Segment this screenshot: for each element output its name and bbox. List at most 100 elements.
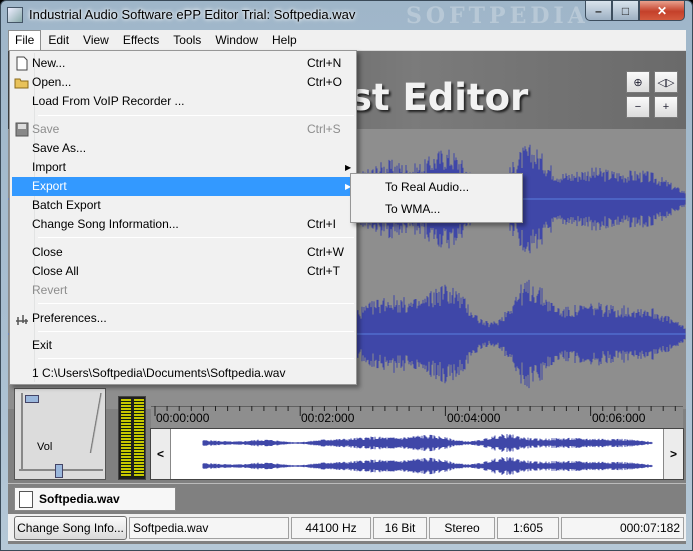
volume-control: Vol [14, 388, 106, 480]
timeline-tick-label: 00:00:000 [156, 411, 210, 425]
status-bar: Change Song Info... Softpedia.wav 44100 … [8, 514, 686, 541]
menu-tools[interactable]: Tools [166, 30, 208, 51]
menu-item-label: Close [32, 245, 63, 259]
menu-item-close-all[interactable]: Close All Ctrl+T [12, 262, 354, 281]
menu-item-close[interactable]: Close Ctrl+W [12, 243, 354, 262]
export-submenu: To Real Audio... To WMA... [350, 173, 523, 223]
menu-item-label: Load From VoIP Recorder ... [32, 94, 185, 108]
menu-separator [38, 303, 354, 304]
menu-item-label: Revert [32, 283, 68, 297]
scroll-right-button[interactable]: > [663, 429, 683, 479]
zoom-in-icon[interactable]: + [654, 96, 678, 118]
menu-item-shortcut: Ctrl+T [307, 264, 340, 278]
volume-slider-thumb[interactable] [25, 395, 39, 403]
new-file-icon [14, 56, 30, 71]
menu-item-preferences[interactable]: Preferences... [12, 309, 354, 328]
level-meter-left [121, 399, 131, 477]
menu-item-import[interactable]: Import ▶ [12, 158, 354, 177]
menu-view[interactable]: View [76, 30, 116, 51]
volume-label: Vol [37, 441, 53, 453]
menu-separator [38, 115, 354, 116]
volume-curve-icon [89, 393, 103, 453]
menu-item-shortcut: Ctrl+I [307, 217, 337, 231]
timeline-tick-label: 00:06:000 [592, 411, 646, 425]
menu-item-label: Change Song Information... [32, 217, 179, 231]
menu-file[interactable]: File [8, 30, 42, 51]
app-icon[interactable] [7, 7, 23, 23]
app-window: Industrial Audio Software ePP Editor Tri… [0, 0, 693, 551]
status-bit-depth: 16 Bit [373, 517, 427, 539]
menu-effects[interactable]: Effects [116, 30, 166, 51]
status-channels: Stereo [429, 517, 495, 539]
file-tab-label: Softpedia.wav [39, 492, 120, 506]
overview-navigator[interactable]: < > [150, 428, 684, 480]
menu-item-shortcut: Ctrl+W [307, 245, 344, 259]
zoom-horizontal-icon[interactable]: ◁▷ [654, 71, 678, 93]
menu-item-exit[interactable]: Exit [12, 336, 354, 355]
zoom-fit-icon[interactable]: ⊕ [626, 71, 650, 93]
open-folder-icon [14, 75, 30, 90]
menu-item-label: Close All [32, 264, 79, 278]
menu-item-label: Open... [32, 75, 72, 89]
menu-item-shortcut: Ctrl+S [307, 122, 341, 136]
menu-item-batch-export[interactable]: Batch Export [12, 196, 354, 215]
menu-item-label: Save [32, 122, 60, 136]
document-icon [19, 491, 33, 508]
menu-item-label: Save As... [32, 141, 87, 155]
file-menu-dropdown: New... Ctrl+N Open... Ctrl+O Load From V… [9, 50, 357, 385]
file-tab-strip: Softpedia.wav [8, 483, 686, 511]
menu-item-revert: Revert [12, 281, 354, 300]
status-sample-rate: 44100 Hz [291, 517, 371, 539]
zoom-out-icon[interactable]: − [626, 96, 650, 118]
file-tab[interactable]: Softpedia.wav [14, 487, 176, 511]
status-duration: 000:07:182 [561, 517, 684, 539]
menu-item-save: Save Ctrl+S [12, 120, 354, 139]
menu-item-shortcut: Ctrl+O [307, 75, 343, 89]
menu-item-label: Export [32, 179, 67, 193]
menu-item-recent-file[interactable]: 1 C:\Users\Softpedia\Documents\Softpedia… [12, 364, 354, 383]
scroll-left-button[interactable]: < [151, 429, 171, 479]
menu-item-label: New... [32, 56, 66, 70]
menu-item-load-voip[interactable]: Load From VoIP Recorder ... [12, 92, 354, 111]
maximize-button[interactable]: □ [612, 1, 639, 21]
menu-window[interactable]: Window [208, 30, 265, 51]
menu-item-export[interactable]: Export ▶ [12, 177, 354, 196]
overview-waveform[interactable] [173, 429, 661, 479]
menu-item-save-as[interactable]: Save As... [12, 139, 354, 158]
save-disk-icon [14, 122, 30, 137]
timeline-ruler[interactable]: 00:00:000 00:02:000 00:04:000 00:06:000 [151, 406, 683, 428]
zoom-panel: ⊕ ◁▷ − + [612, 69, 682, 119]
preferences-icon [14, 311, 30, 326]
menu-item-label: 1 C:\Users\Softpedia\Documents\Softpedia… [32, 366, 286, 380]
menu-item-label: Exit [32, 338, 53, 352]
menu-separator [38, 237, 354, 238]
menu-separator [38, 358, 354, 359]
volume-slider-vertical[interactable] [21, 393, 39, 469]
change-song-info-button[interactable]: Change Song Info... [14, 516, 127, 540]
menu-edit[interactable]: Edit [41, 30, 76, 51]
minimize-button[interactable]: – [585, 1, 612, 21]
menu-help[interactable]: Help [265, 30, 304, 51]
menu-bar: File Edit View Effects Tools Window Help [8, 30, 686, 51]
submenu-item-wma[interactable]: To WMA... [353, 198, 520, 220]
timeline-tick-label: 00:04:000 [447, 411, 501, 425]
level-meter [118, 396, 146, 480]
timeline-tick-label: 00:02:000 [301, 411, 355, 425]
menu-separator [38, 331, 354, 332]
menu-item-new[interactable]: New... Ctrl+N [12, 54, 354, 73]
submenu-item-real-audio[interactable]: To Real Audio... [353, 176, 520, 198]
softpedia-watermark: SOFTPEDIA [406, 3, 589, 29]
status-filename: Softpedia.wav [129, 517, 289, 539]
status-ratio: 1:605 [497, 517, 559, 539]
menu-item-change-song-info[interactable]: Change Song Information... Ctrl+I [12, 215, 354, 234]
balance-slider-thumb[interactable] [55, 464, 63, 478]
menu-item-shortcut: Ctrl+N [307, 56, 342, 70]
level-meter-right [134, 399, 144, 477]
window-title: Industrial Audio Software ePP Editor Tri… [29, 7, 356, 22]
menu-item-label: Batch Export [32, 198, 101, 212]
menu-item-label: Import [32, 160, 67, 174]
title-bar[interactable]: Industrial Audio Software ePP Editor Tri… [1, 1, 692, 29]
close-button[interactable]: ✕ [639, 1, 685, 21]
menu-item-open[interactable]: Open... Ctrl+O [12, 73, 354, 92]
menu-item-label: Preferences... [32, 311, 107, 325]
